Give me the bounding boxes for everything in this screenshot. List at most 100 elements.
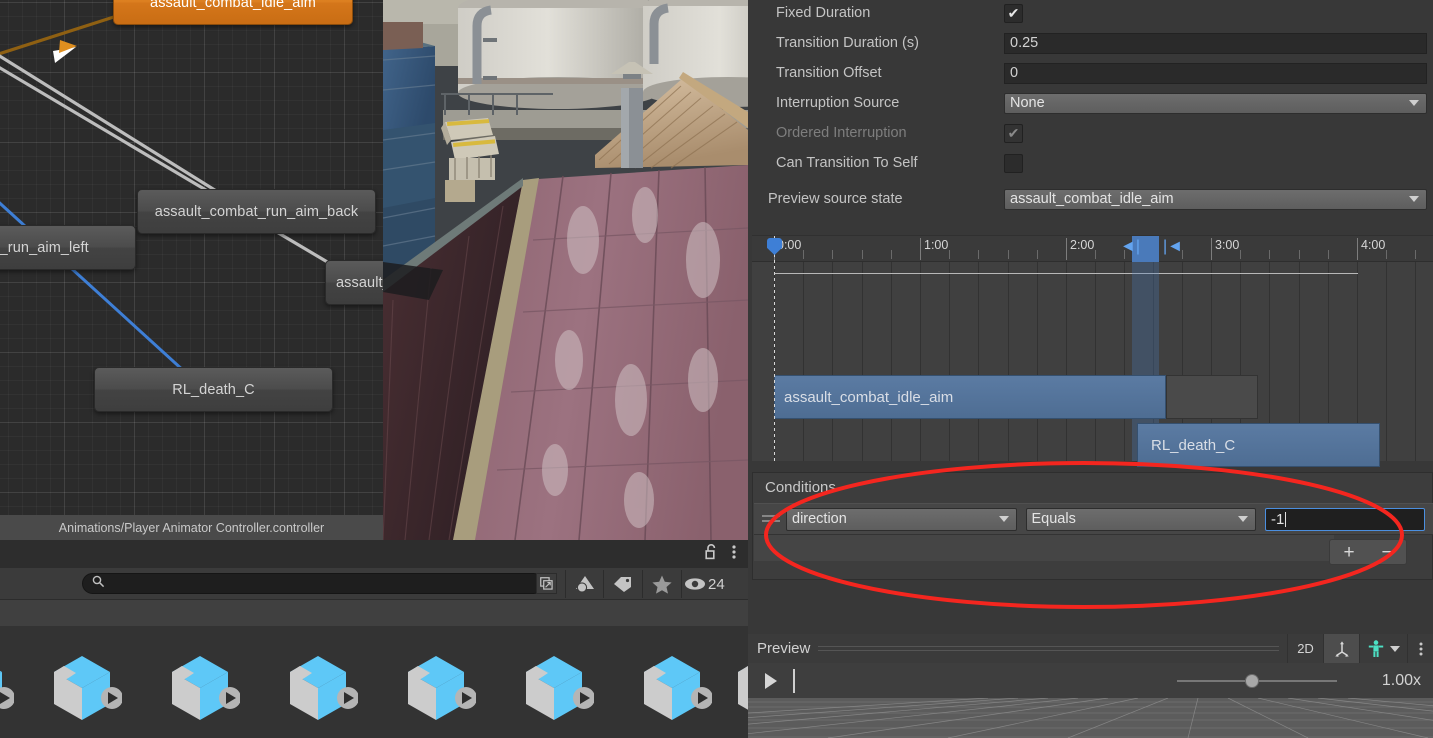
preview-speed-label: 1.00x (1381, 671, 1421, 689)
clip-tail-idle-aim (1166, 375, 1258, 419)
axis-gizmo-icon (1334, 640, 1349, 657)
tag-icon (614, 577, 631, 592)
condition-add-remove-buttons[interactable]: + − (1329, 539, 1407, 565)
play-icon (764, 672, 777, 689)
ruler-tick-label: 1:00 (924, 238, 949, 252)
project-browser-panel[interactable]: 24 (0, 540, 748, 738)
state-node-label: RL_death_C (172, 381, 255, 398)
scene-render (383, 0, 748, 540)
property-label: Transition Offset (776, 65, 882, 81)
preview-playback-controls[interactable]: 1.00x (748, 663, 1433, 698)
eye-icon (685, 578, 705, 590)
dropdown-value: Equals (1031, 511, 1076, 527)
property-row-fixed-duration[interactable]: Fixed Duration ✔ (748, 2, 1433, 24)
preview-pivot-toggle[interactable] (1323, 634, 1359, 663)
text-cursor (1285, 511, 1287, 527)
kebab-menu-icon[interactable] (732, 544, 736, 565)
property-label: Transition Duration (s) (776, 35, 919, 51)
state-node-label: assault_combat_idle_aim (150, 0, 316, 11)
visibility-count: 24 (708, 575, 725, 593)
remove-condition-button[interactable]: − (1368, 543, 1406, 562)
transition-timeline[interactable]: 0:00 1:00 2:00 3:00 4:00 ◄| |◄ assault_c… (752, 235, 1433, 467)
dropdown-value: direction (792, 511, 847, 527)
project-content-area[interactable] (0, 600, 748, 738)
clip-label: RL_death_C (1151, 436, 1236, 454)
filter-favorites-button[interactable] (643, 570, 681, 598)
ordered-interruption-checkbox: ✔ (1004, 123, 1023, 143)
playhead-line (774, 236, 775, 461)
preview-2d-label: 2D (1297, 641, 1314, 656)
prefab-box-icon (644, 656, 713, 720)
ruler-tick-label: 3:00 (1215, 238, 1240, 252)
animator-graph-panel[interactable]: assault_combat_idle_aim assault_combat_r… (0, 0, 383, 540)
property-label: Fixed Duration (776, 5, 871, 21)
visibility-toggle[interactable]: 24 (684, 570, 746, 598)
prefab-box-icon (54, 656, 123, 720)
timeline-ruler[interactable]: 0:00 1:00 2:00 3:00 4:00 (752, 236, 1433, 262)
scene-view[interactable] (383, 0, 748, 540)
conditions-heading: Conditions (765, 479, 836, 496)
interruption-source-dropdown[interactable]: None (1004, 92, 1427, 114)
preview-2d-toggle[interactable]: 2D (1287, 634, 1323, 663)
preview-header: Preview 2D (748, 634, 1433, 663)
property-row-ordered-interruption: Ordered Interruption ✔ (748, 122, 1433, 144)
preview-play-button[interactable] (748, 663, 793, 698)
preview-source-state-dropdown[interactable]: assault_combat_idle_aim (1004, 188, 1427, 210)
controller-path-breadcrumb: Animations/Player Animator Controller.co… (0, 515, 383, 540)
animator-state-node-rl-death-c[interactable]: RL_death_C (94, 367, 333, 412)
condition-parameter-dropdown[interactable]: direction (786, 507, 1017, 531)
asset-item[interactable] (632, 648, 713, 728)
transition-duration-input[interactable]: 0.25 (1004, 32, 1427, 54)
property-row-interruption-source[interactable]: Interruption Source None (748, 92, 1433, 114)
ruler-tick-label: 2:00 (1070, 238, 1095, 252)
asset-item[interactable] (726, 648, 748, 728)
fixed-duration-checkbox[interactable]: ✔ (1004, 3, 1023, 23)
preview-scrubber[interactable] (793, 668, 795, 693)
asset-item[interactable] (0, 648, 15, 728)
timeline-clip-idle-aim[interactable]: assault_combat_idle_aim (774, 375, 1166, 419)
add-condition-button[interactable]: + (1330, 543, 1368, 562)
asset-item[interactable] (514, 648, 595, 728)
chevron-down-icon (998, 516, 1009, 522)
asset-item[interactable] (160, 648, 241, 728)
asset-item[interactable] (278, 648, 359, 728)
condition-row[interactable]: direction Equals -1 (754, 503, 1433, 535)
timeline-clip-rl-death-c[interactable]: RL_death_C (1137, 423, 1380, 467)
chevron-down-icon (1409, 100, 1419, 106)
asset-item[interactable] (42, 648, 123, 728)
search-input[interactable] (82, 573, 544, 594)
input-value: -1 (1271, 510, 1285, 528)
condition-drag-handle[interactable] (762, 513, 780, 525)
preview-stage[interactable] (748, 698, 1433, 738)
preview-options-menu[interactable] (1407, 634, 1433, 663)
timeline-reference-line (774, 273, 1358, 274)
condition-operator-dropdown[interactable]: Equals (1025, 507, 1256, 531)
avatar-humanoid-icon (1368, 639, 1383, 657)
animator-state-node-run-aim-back[interactable]: assault_combat_run_aim_back (137, 189, 376, 234)
condition-value-input[interactable]: -1 (1265, 507, 1425, 531)
preview-speed-knob[interactable] (1245, 673, 1259, 688)
shape-filter-icon (575, 576, 594, 593)
property-label: Interruption Source (776, 95, 900, 111)
property-row-can-transition-to-self[interactable]: Can Transition To Self ✔ (748, 152, 1433, 174)
filter-by-type-button[interactable] (566, 570, 603, 598)
property-row-preview-source-state[interactable]: Preview source state assault_combat_idle… (748, 188, 1433, 210)
animator-state-node-assault-partial[interactable]: assault_ (325, 260, 383, 305)
filter-by-label-button[interactable] (604, 570, 642, 598)
transition-end-marker[interactable]: |◄ (1163, 239, 1183, 255)
can-transition-to-self-checkbox[interactable]: ✔ (1004, 153, 1023, 173)
preview-avatar-selector[interactable] (1359, 634, 1407, 663)
animator-state-node-run-aim-left[interactable]: bat_run_aim_left (0, 225, 136, 270)
property-row-transition-offset[interactable]: Transition Offset 0 (748, 62, 1433, 84)
asset-grid[interactable] (0, 626, 748, 738)
conditions-panel[interactable]: Conditions direction Equals -1 + − (752, 472, 1433, 580)
asset-item[interactable] (396, 648, 477, 728)
lock-open-icon[interactable] (704, 543, 718, 565)
transition-offset-input[interactable]: 0 (1004, 62, 1427, 84)
preview-speed-slider[interactable] (1177, 673, 1337, 688)
property-row-transition-duration[interactable]: Transition Duration (s) 0.25 (748, 32, 1433, 54)
transition-start-marker[interactable]: ◄| (1120, 239, 1140, 255)
search-expand-button[interactable] (536, 573, 557, 594)
animator-state-node-idle-aim[interactable]: assault_combat_idle_aim (113, 0, 353, 25)
prefab-box-icon (408, 656, 477, 720)
